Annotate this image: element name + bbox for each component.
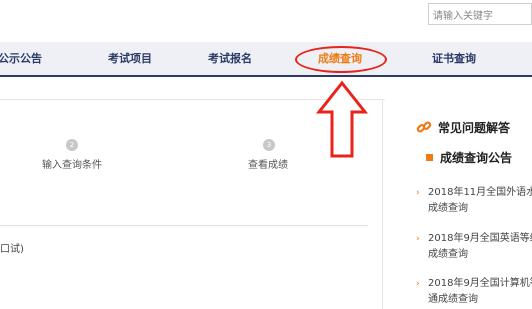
nav-item-certificate-query[interactable]: 证书查询	[432, 42, 476, 75]
news-title: 成绩查询公告	[440, 151, 513, 165]
form-divider	[0, 225, 368, 226]
main-nav: 公示公告 考试项目 考试报名 成绩查询 证书查询	[0, 42, 532, 77]
option-label-fragment: 口试)	[0, 244, 24, 255]
faq-title[interactable]: 常见问题解答	[438, 119, 510, 136]
news-item[interactable]: › 2018年11月全国外语水 成绩查询	[416, 185, 532, 217]
nav-item-announcements[interactable]: 公示公告	[0, 42, 42, 75]
search-input[interactable]	[429, 6, 531, 27]
news-item[interactable]: › 2018年9月全国英语等级 成绩查询	[416, 231, 532, 263]
news-item-line2[interactable]: 通成绩查询	[416, 292, 532, 308]
highlight-ring-annotation	[295, 46, 387, 73]
news-item[interactable]: › 2018年9月全国计算机等 通成绩查询	[416, 276, 532, 308]
chevron-right-icon: ›	[416, 188, 420, 198]
nav-item-exam-registration[interactable]: 考试报名	[208, 42, 252, 75]
sidebar: 常见问题解答 成绩查询公告 › 2018年11月全国外语水 成绩查询 › 201…	[404, 99, 532, 309]
step-3-label: 查看成绩	[248, 160, 288, 171]
up-arrow-annotation	[316, 80, 368, 158]
step-2-circle: 2	[66, 139, 78, 151]
step-2-label: 输入查询条件	[42, 160, 102, 171]
news-item-line1[interactable]: 2018年11月全国外语水	[416, 185, 532, 201]
step-3-circle: 3	[263, 139, 275, 151]
chevron-right-icon: ›	[416, 234, 420, 244]
news-bullet-icon	[426, 154, 433, 161]
news-item-line2[interactable]: 成绩查询	[416, 201, 532, 217]
nav-item-exam-projects[interactable]: 考试项目	[108, 42, 152, 75]
news-item-line1[interactable]: 2018年9月全国英语等级	[416, 231, 532, 247]
link-icon	[416, 121, 432, 133]
news-item-line2[interactable]: 成绩查询	[416, 247, 532, 263]
search-box[interactable]	[428, 3, 532, 27]
news-item-line1[interactable]: 2018年9月全国计算机等	[416, 276, 532, 292]
chevron-right-icon: ›	[416, 279, 420, 289]
